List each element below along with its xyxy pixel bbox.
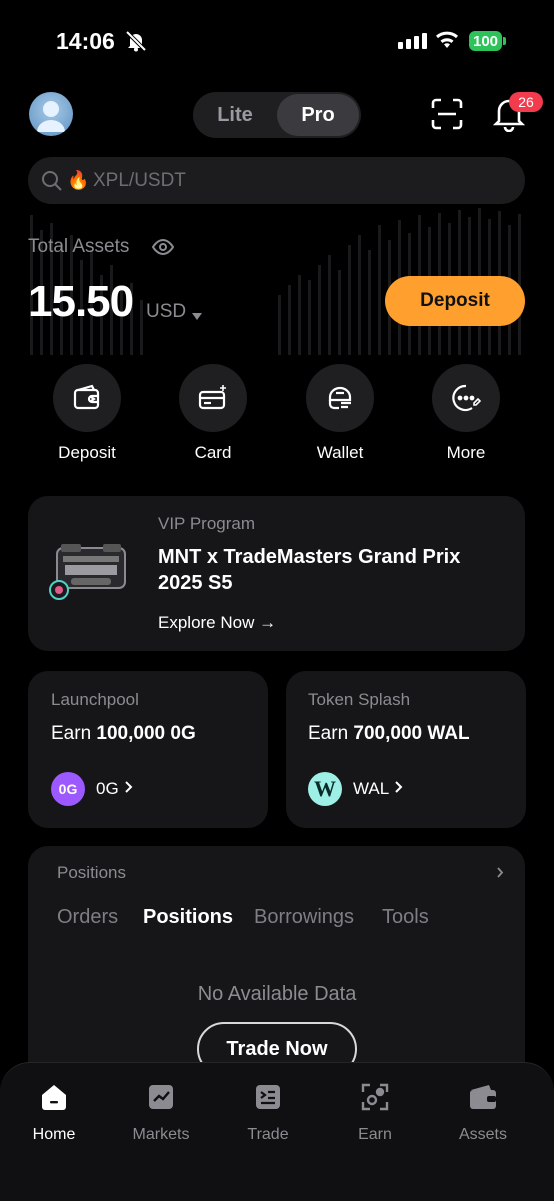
quick-action-label: Card [194,443,232,462]
search-icon [41,170,63,197]
quick-action-more[interactable]: More [416,364,516,463]
earn-amount: 700,000 WAL [353,723,470,744]
currency-selector[interactable]: USD [146,301,186,323]
status-time: 14:06 [56,28,115,54]
total-assets-label: Total Assets [28,236,130,257]
search-placeholder: XPL/USDT [93,170,186,191]
nav-label: Home [32,1126,76,1143]
mode-pro-option[interactable]: Pro [277,94,359,136]
vip-title: MNT x TradeMasters Grand Prix 2025 S5 [158,546,461,594]
wal-token-icon: W [308,772,342,806]
mode-lite-option[interactable]: Lite [193,92,277,138]
quick-action-card[interactable]: Card [163,364,263,463]
grand-prix-logo [47,540,129,607]
quick-action-deposit[interactable]: Deposit [37,364,137,463]
token-splash-token[interactable]: WAL [353,779,403,799]
tab-borrowings[interactable]: Borrowings [254,906,354,929]
chevron-right-icon[interactable] [496,866,504,884]
more-icon [432,364,500,432]
nav-label: Assets [458,1126,507,1143]
nav-assets[interactable]: Assets [433,1082,533,1144]
wallet-deposit-icon [53,364,121,432]
fire-icon: 🔥 [67,170,90,190]
og-token-icon: 0G [51,772,85,806]
notification-badge: 26 [509,92,543,112]
wifi-icon [434,30,460,55]
card-icon [179,364,247,432]
chevron-right-icon [393,779,403,798]
positions-title[interactable]: Positions [57,863,126,883]
silent-mode-icon [124,30,148,57]
chevron-right-icon [123,779,133,798]
empty-state-text: No Available Data [197,983,357,1005]
markets-icon [146,1082,176,1117]
nav-earn[interactable]: Earn [325,1082,425,1144]
launchpool-earn: Earn 100,000 0G [51,723,196,745]
quick-action-wallet[interactable]: Wallet [290,364,390,463]
nav-trade[interactable]: Trade [218,1082,318,1144]
trade-icon [253,1082,283,1117]
vip-subtitle: VIP Program [158,514,256,533]
quick-action-label: Deposit [58,443,116,462]
assets-icon [467,1082,499,1117]
earn-prefix: Earn [308,723,349,744]
explore-now-link[interactable]: Explore Now → [158,613,276,633]
tab-tools[interactable]: Tools [382,906,429,929]
caret-down-icon[interactable] [192,308,202,326]
earn-prefix: Earn [51,723,92,744]
launchpool-token[interactable]: 0G [96,779,133,799]
launchpool-title: Launchpool [51,690,139,709]
quick-action-label: More [446,443,486,462]
cellular-signal-icon [398,33,427,49]
nav-label: Trade [247,1126,289,1143]
tab-orders[interactable]: Orders [57,906,118,929]
token-splash-earn: Earn 700,000 WAL [308,723,470,745]
quick-action-label: Wallet [316,443,364,462]
total-assets-value: 15.50 [28,277,134,326]
web3-wallet-icon [306,364,374,432]
battery-tip [503,37,506,45]
earn-amount: 100,000 0G [96,723,196,744]
eye-icon[interactable] [151,238,175,261]
token-label: WAL [353,779,389,798]
token-splash-title: Token Splash [308,690,411,709]
deposit-button[interactable]: Deposit [385,276,525,326]
avatar[interactable] [29,92,73,136]
tab-positions[interactable]: Positions [143,906,233,929]
scan-icon[interactable] [430,97,464,136]
nav-home[interactable]: Home [4,1082,104,1144]
nav-label: Markets [132,1126,190,1143]
token-label: 0G [96,779,119,798]
nav-markets[interactable]: Markets [111,1082,211,1144]
earn-icon [360,1082,390,1117]
battery-indicator: 100 [469,31,502,51]
home-icon [39,1082,69,1117]
nav-label: Earn [358,1126,392,1143]
